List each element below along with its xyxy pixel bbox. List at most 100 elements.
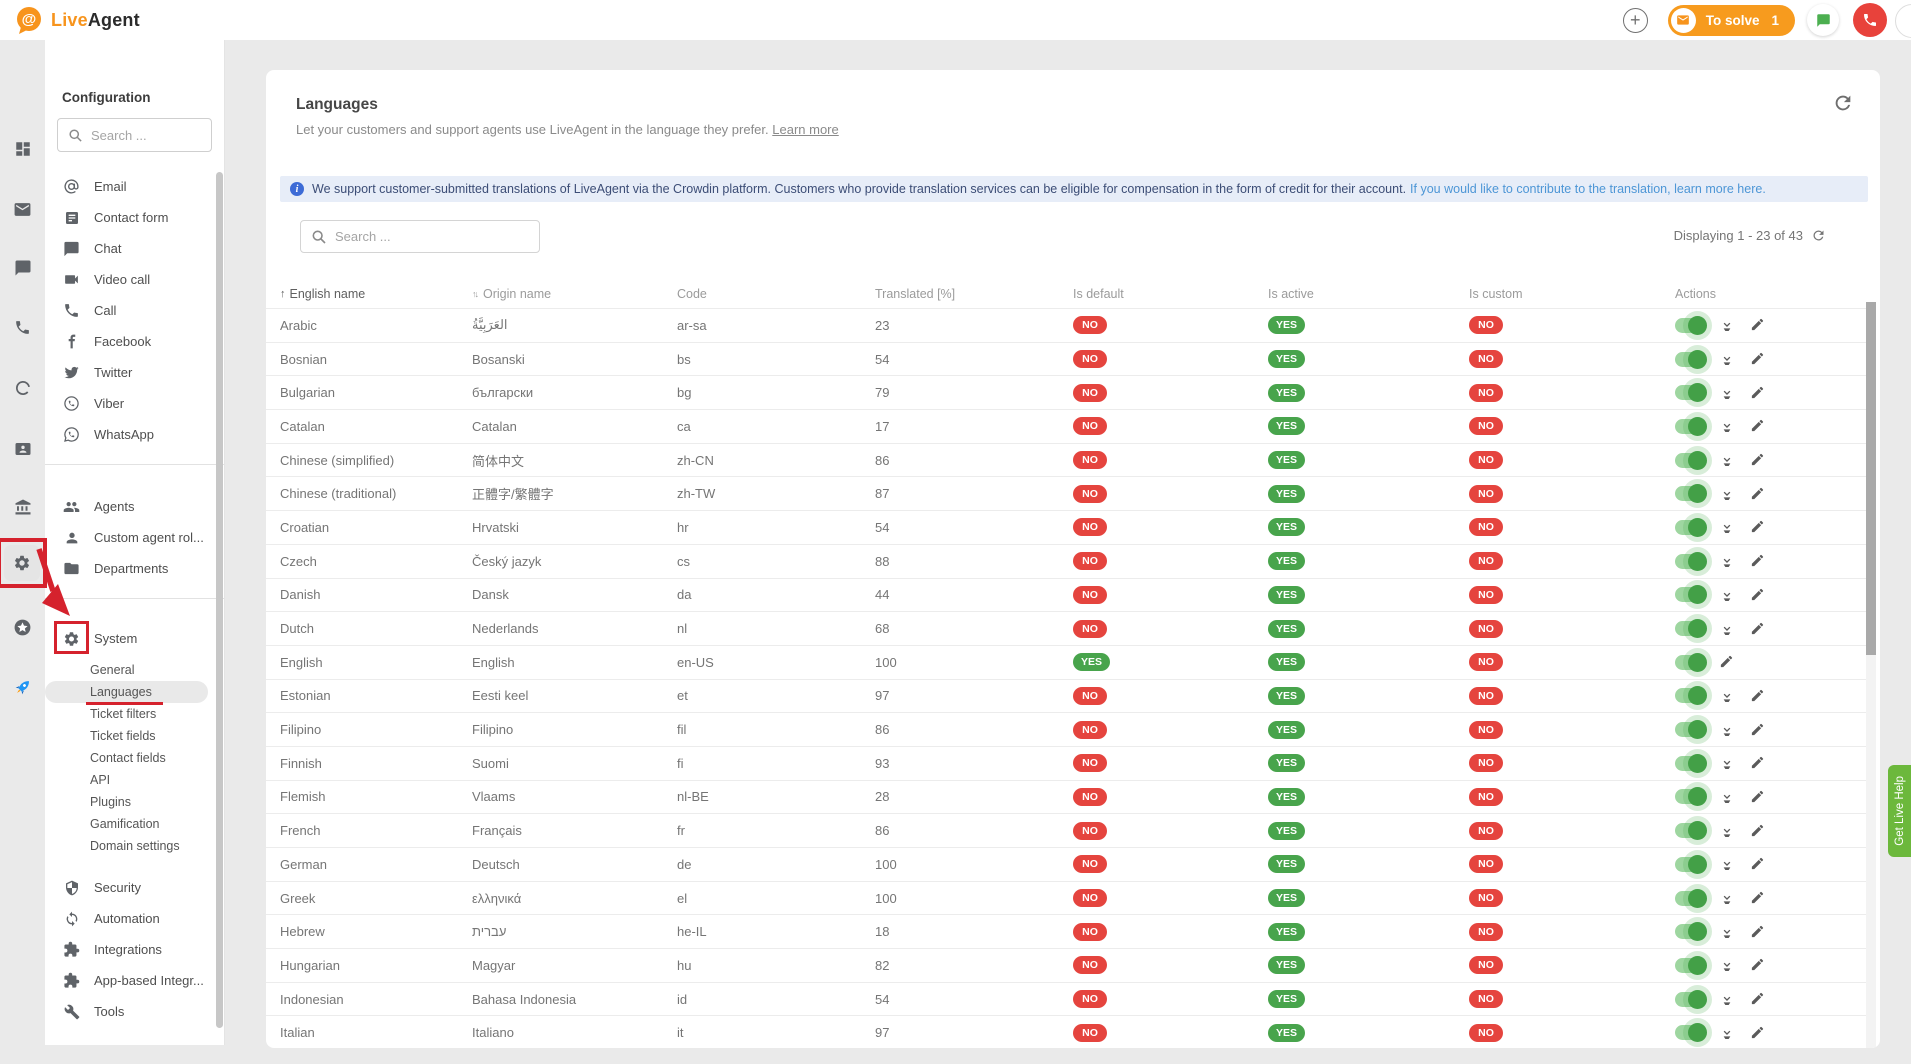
edit-icon[interactable] (1750, 519, 1766, 535)
sidebar-search-input[interactable] (91, 128, 201, 143)
active-toggle[interactable] (1675, 958, 1704, 973)
active-toggle[interactable] (1675, 924, 1704, 939)
download-icon[interactable] (1719, 418, 1735, 434)
active-toggle[interactable] (1675, 756, 1704, 771)
download-icon[interactable] (1719, 385, 1735, 401)
edit-icon[interactable] (1750, 385, 1766, 401)
table-scrollbar[interactable] (1866, 302, 1876, 655)
edit-icon[interactable] (1750, 957, 1766, 973)
download-icon[interactable] (1719, 991, 1735, 1007)
column-header-origin-name[interactable]: ↑↓Origin name (472, 287, 677, 301)
sidebar-item-security[interactable]: Security (45, 872, 224, 903)
table-search[interactable] (300, 220, 540, 253)
edit-icon[interactable] (1750, 486, 1766, 502)
edit-icon[interactable] (1750, 991, 1766, 1007)
download-icon[interactable] (1719, 789, 1735, 805)
edit-icon[interactable] (1750, 418, 1766, 434)
rail-item-tickets[interactable] (9, 196, 36, 223)
download-icon[interactable] (1719, 1025, 1735, 1041)
download-icon[interactable] (1719, 452, 1735, 468)
sidebar-item-integrations[interactable]: Integrations (45, 934, 224, 965)
rail-item-billing[interactable] (9, 493, 36, 520)
sidebar-item-custom-agent-rol[interactable]: Custom agent rol... (45, 522, 224, 553)
download-icon[interactable] (1719, 823, 1735, 839)
sidebar-item-twitter[interactable]: Twitter (45, 357, 224, 388)
sidebar-item-automation[interactable]: Automation (45, 903, 224, 934)
sidebar-item-facebook[interactable]: Facebook (45, 326, 224, 357)
sidebar-item-viber[interactable]: Viber (45, 388, 224, 419)
download-icon[interactable] (1719, 957, 1735, 973)
edit-icon[interactable] (1750, 722, 1766, 738)
sidebar-item-ticket-fields[interactable]: Ticket fields (45, 725, 224, 747)
sidebar-search[interactable] (57, 118, 212, 152)
chats-online-button[interactable] (1807, 4, 1839, 36)
edit-icon[interactable] (1750, 317, 1766, 333)
edit-icon[interactable] (1750, 924, 1766, 940)
rail-item-dashboard[interactable] (9, 135, 36, 162)
get-live-help-tab[interactable]: Get Live Help (1888, 765, 1911, 857)
active-toggle[interactable] (1675, 385, 1704, 400)
active-toggle[interactable] (1675, 655, 1704, 670)
active-toggle[interactable] (1675, 992, 1704, 1007)
sidebar-item-ticket-filters[interactable]: Ticket filters (45, 703, 224, 725)
download-icon[interactable] (1719, 722, 1735, 738)
download-icon[interactable] (1719, 755, 1735, 771)
rail-item-getting-started[interactable] (9, 673, 36, 700)
edit-icon[interactable] (1750, 621, 1766, 637)
active-toggle[interactable] (1675, 857, 1704, 872)
active-toggle[interactable] (1675, 453, 1704, 468)
sidebar-item-system[interactable]: System (45, 623, 224, 654)
download-icon[interactable] (1719, 924, 1735, 940)
edit-icon[interactable] (1750, 856, 1766, 872)
active-toggle[interactable] (1675, 486, 1704, 501)
download-icon[interactable] (1719, 890, 1735, 906)
avatar[interactable] (1895, 4, 1911, 38)
edit-icon[interactable] (1750, 452, 1766, 468)
active-toggle[interactable] (1675, 352, 1704, 367)
sidebar-item-agents[interactable]: Agents (45, 491, 224, 522)
edit-icon[interactable] (1750, 789, 1766, 805)
active-toggle[interactable] (1675, 520, 1704, 535)
refresh-icon[interactable] (1811, 228, 1826, 243)
active-toggle[interactable] (1675, 823, 1704, 838)
rail-item-customers[interactable] (9, 435, 36, 462)
sidebar-scrollbar[interactable] (216, 172, 223, 1028)
download-icon[interactable] (1719, 688, 1735, 704)
sidebar-item-api[interactable]: API (45, 769, 224, 791)
rail-item-sla[interactable] (9, 374, 36, 401)
active-toggle[interactable] (1675, 554, 1704, 569)
calls-button[interactable] (1853, 3, 1887, 37)
active-toggle[interactable] (1675, 419, 1704, 434)
learn-more-link[interactable]: Learn more (772, 122, 838, 137)
table-search-input[interactable] (335, 229, 529, 244)
sidebar-item-tools[interactable]: Tools (45, 996, 224, 1027)
rail-item-chats[interactable] (9, 254, 36, 281)
sidebar-item-contact-form[interactable]: Contact form (45, 202, 224, 233)
edit-icon[interactable] (1750, 553, 1766, 569)
edit-icon[interactable] (1750, 351, 1766, 367)
sidebar-item-domain-settings[interactable]: Domain settings (45, 835, 224, 857)
sidebar-item-contact-fields[interactable]: Contact fields (45, 747, 224, 769)
edit-icon[interactable] (1750, 823, 1766, 839)
column-header-code[interactable]: Code (677, 287, 875, 301)
sidebar-item-gamification[interactable]: Gamification (45, 813, 224, 835)
download-icon[interactable] (1719, 621, 1735, 637)
banner-link[interactable]: If you would like to contribute to the t… (1410, 182, 1766, 196)
sidebar-item-video-call[interactable]: Video call (45, 264, 224, 295)
download-icon[interactable] (1719, 519, 1735, 535)
download-icon[interactable] (1719, 553, 1735, 569)
active-toggle[interactable] (1675, 1025, 1704, 1040)
download-icon[interactable] (1719, 486, 1735, 502)
rail-item-calls[interactable] (9, 314, 36, 341)
download-icon[interactable] (1719, 856, 1735, 872)
sidebar-item-whatsapp[interactable]: WhatsApp (45, 419, 224, 450)
sidebar-item-languages[interactable]: Languages (45, 681, 208, 703)
sidebar-item-departments[interactable]: Departments (45, 553, 224, 584)
sidebar-item-app-based-integr[interactable]: App-based Integr... (45, 965, 224, 996)
sidebar-item-general[interactable]: General (45, 659, 224, 681)
refresh-icon[interactable] (1832, 92, 1854, 114)
sidebar-item-plugins[interactable]: Plugins (45, 791, 224, 813)
active-toggle[interactable] (1675, 318, 1704, 333)
active-toggle[interactable] (1675, 789, 1704, 804)
download-icon[interactable] (1719, 317, 1735, 333)
